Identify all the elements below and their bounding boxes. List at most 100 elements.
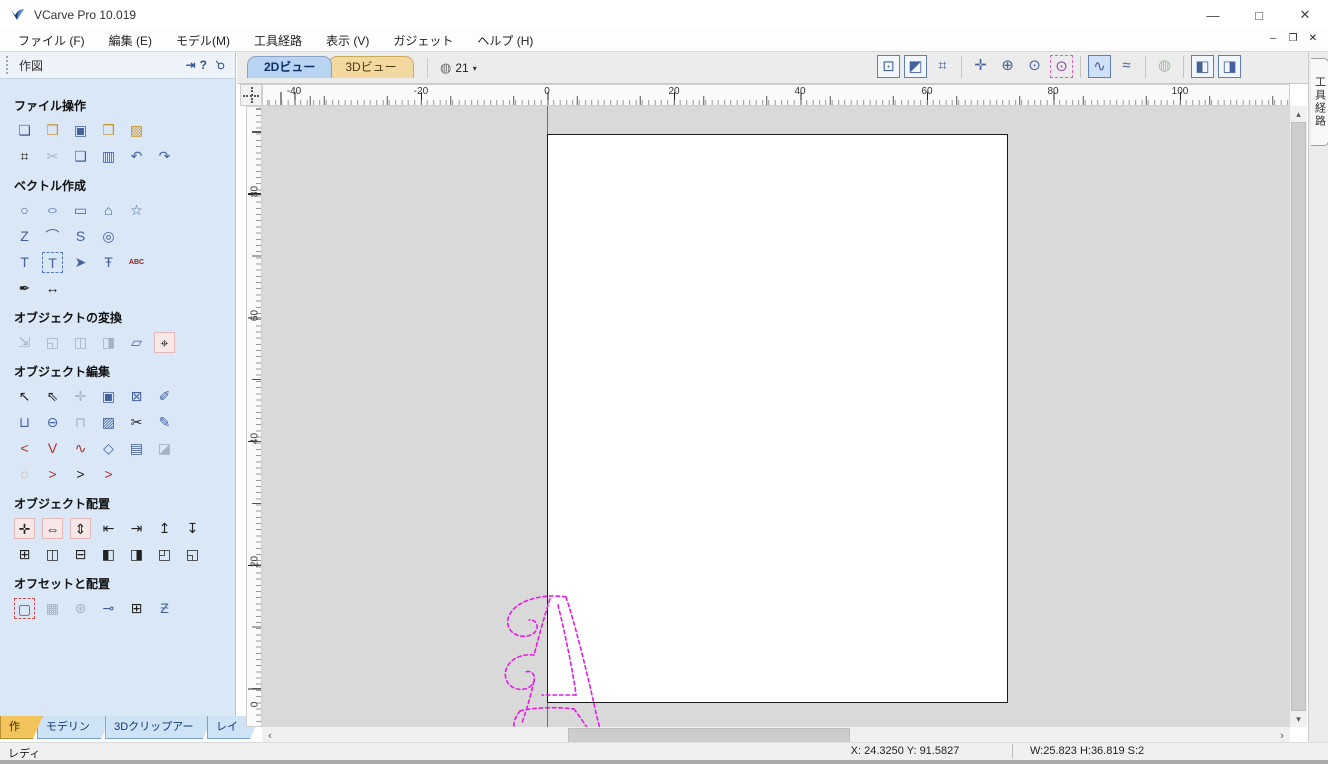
clipart-bird-icon[interactable]: ✒ bbox=[14, 278, 35, 299]
align-left-icon[interactable]: ⇤ bbox=[98, 518, 119, 539]
mdi-minimize-button[interactable]: – bbox=[1266, 33, 1280, 44]
align-right-edge-icon[interactable]: ◨ bbox=[126, 544, 147, 565]
draw-circle-icon[interactable]: ○ bbox=[14, 200, 35, 221]
copy-along-vectors-icon[interactable]: ⊸ bbox=[98, 598, 119, 619]
open-file-icon[interactable]: ❐ bbox=[42, 120, 63, 141]
cut-icon[interactable]: ✂ bbox=[42, 146, 63, 167]
draw-polyline-icon[interactable]: Z bbox=[14, 226, 35, 247]
draw-arc-icon[interactable]: ⌒ bbox=[42, 226, 63, 247]
align-bottom-icon[interactable]: ↧ bbox=[182, 518, 203, 539]
fit-arc-icon[interactable]: < bbox=[14, 438, 35, 459]
panel-tab-2[interactable]: 3Dクリップアート bbox=[105, 716, 213, 739]
guides-toggle-icon[interactable]: ≈ bbox=[1115, 55, 1138, 78]
center-v-in-selection-icon[interactable]: ⊟ bbox=[70, 544, 91, 565]
zigzag-text-icon[interactable]: Ƶ bbox=[154, 598, 175, 619]
draw-polygon-icon[interactable]: ⌂ bbox=[98, 200, 119, 221]
hatch-fill-icon[interactable]: ▨ bbox=[98, 412, 119, 433]
new-file-icon[interactable]: ❏ bbox=[14, 120, 35, 141]
vector-knife-icon[interactable]: ✎ bbox=[154, 412, 175, 433]
pin-icon[interactable]: ⚲ bbox=[209, 54, 232, 77]
join-move-endpoints-icon[interactable]: > bbox=[42, 464, 63, 485]
text-on-curve-icon[interactable]: ABC bbox=[126, 252, 147, 273]
text-spacing-icon[interactable]: Ŧ bbox=[98, 252, 119, 273]
panel-grip[interactable] bbox=[6, 56, 13, 74]
set-position-icon[interactable]: ⌖ bbox=[154, 332, 175, 353]
material-page[interactable] bbox=[547, 134, 1008, 703]
scroll-up-icon[interactable]: ▴ bbox=[1290, 106, 1307, 122]
group-vectors-icon[interactable]: ▣ bbox=[98, 386, 119, 407]
zoom-to-drawing-icon[interactable]: ⊡ bbox=[877, 55, 900, 78]
subtract-vectors-icon[interactable]: ⊖ bbox=[42, 412, 63, 433]
vertical-scrollbar-thumb[interactable] bbox=[1291, 122, 1306, 711]
menu-item-5[interactable]: ガジェット bbox=[381, 30, 465, 51]
edit-picture-icon[interactable]: ▤ bbox=[126, 438, 147, 459]
toggle-left-panel-icon[interactable]: ◧ bbox=[1191, 55, 1214, 78]
job-setup-icon[interactable]: ⌗ bbox=[14, 146, 35, 167]
zoom-box-icon[interactable]: ⊙ bbox=[1023, 55, 1046, 78]
crop-picture-icon[interactable]: ◪ bbox=[154, 438, 175, 459]
trim-vectors-icon[interactable]: ✂ bbox=[126, 412, 147, 433]
draw-star-icon[interactable]: ☆ bbox=[126, 200, 147, 221]
align-center-y-icon[interactable]: ⇕ bbox=[70, 518, 91, 539]
menu-item-0[interactable]: ファイル (F) bbox=[6, 30, 97, 51]
offset-vectors-icon[interactable]: ▢ bbox=[14, 598, 35, 619]
menu-item-3[interactable]: 工具経路 bbox=[242, 30, 314, 51]
fit-curve-icon[interactable]: ∿ bbox=[70, 438, 91, 459]
mirror-vertical-icon[interactable]: ◨ bbox=[98, 332, 119, 353]
collapse-panel-icon[interactable]: ⇥ bbox=[186, 58, 196, 72]
ungroup-vectors-icon[interactable]: ⊠ bbox=[126, 386, 147, 407]
set-size-icon[interactable]: ◱ bbox=[42, 332, 63, 353]
view-tab-1[interactable]: 3Dビュー bbox=[328, 56, 413, 78]
close-vector-icon[interactable]: ◇ bbox=[98, 438, 119, 459]
maximize-button[interactable]: □ bbox=[1236, 0, 1282, 30]
align-left-edge-icon[interactable]: ◧ bbox=[98, 544, 119, 565]
join-open-vectors-icon[interactable]: ◌ bbox=[14, 464, 35, 485]
view-tab-0[interactable]: 2Dビュー bbox=[247, 56, 332, 78]
draw-ellipse-icon[interactable]: ○ bbox=[38, 202, 66, 219]
toggle-right-panel-icon[interactable]: ◨ bbox=[1218, 55, 1241, 78]
scroll-down-icon[interactable]: ▾ bbox=[1290, 711, 1307, 727]
zoom-tool-icon[interactable]: ⊕ bbox=[996, 55, 1019, 78]
help-icon[interactable]: ? bbox=[200, 58, 207, 72]
vertical-scrollbar[interactable]: ▴ ▾ bbox=[1290, 106, 1307, 727]
draw-spiral-icon[interactable]: ◎ bbox=[98, 226, 119, 247]
center-in-selection-icon[interactable]: ⊞ bbox=[14, 544, 35, 565]
select-text-icon[interactable]: ➤ bbox=[70, 252, 91, 273]
center-h-in-selection-icon[interactable]: ◫ bbox=[42, 544, 63, 565]
draw-text-box-icon[interactable]: T bbox=[42, 252, 63, 273]
align-center-x-icon[interactable]: ⇔ bbox=[42, 518, 63, 539]
orbit-3d-icon[interactable]: ◍ bbox=[1153, 55, 1176, 78]
mirror-horizontal-icon[interactable]: ◫ bbox=[70, 332, 91, 353]
node-edit-tool-icon[interactable]: ⇖ bbox=[42, 386, 63, 407]
view-scale-dropdown[interactable]: ◍ 21 ▾ bbox=[427, 58, 477, 78]
selected-vector-ornament[interactable] bbox=[490, 595, 615, 727]
import-vectors-icon[interactable]: ❒ bbox=[98, 120, 119, 141]
transform-tool-icon[interactable]: ✛ bbox=[70, 386, 91, 407]
align-bottom-edge-icon[interactable]: ◱ bbox=[182, 544, 203, 565]
paste-icon[interactable]: ▥ bbox=[98, 146, 119, 167]
draw-text-icon[interactable]: T bbox=[14, 252, 35, 273]
save-file-icon[interactable]: ▣ bbox=[70, 120, 91, 141]
measure-tool-icon[interactable]: ✐ bbox=[154, 386, 175, 407]
menu-item-6[interactable]: ヘルプ (H) bbox=[465, 30, 545, 51]
snap-toggle-icon[interactable]: ∿ bbox=[1088, 55, 1111, 78]
menu-item-1[interactable]: 編集 (E) bbox=[97, 30, 164, 51]
move-selection-icon[interactable]: ⇲ bbox=[14, 332, 35, 353]
align-right-icon[interactable]: ⇥ bbox=[126, 518, 147, 539]
pan-view-icon[interactable]: ✛ bbox=[969, 55, 992, 78]
toolpaths-tab[interactable]: 工具経路 bbox=[1311, 58, 1328, 146]
close-button[interactable]: ✕ bbox=[1282, 0, 1328, 30]
nesting-icon[interactable]: ⊞ bbox=[126, 598, 147, 619]
weld-vectors-icon[interactable]: ⊔ bbox=[14, 412, 35, 433]
copy-icon[interactable]: ❑ bbox=[70, 146, 91, 167]
join-with-curve-icon[interactable]: > bbox=[98, 464, 119, 485]
select-tool-icon[interactable]: ↖ bbox=[14, 386, 35, 407]
mdi-close-button[interactable]: ✕ bbox=[1306, 33, 1320, 44]
menu-item-2[interactable]: モデル(M) bbox=[164, 30, 242, 51]
zoom-to-selection-icon[interactable]: ◩ bbox=[904, 55, 927, 78]
draw-curve-icon[interactable]: S bbox=[70, 226, 91, 247]
menu-item-4[interactable]: 表示 (V) bbox=[314, 30, 381, 51]
zoom-selected-icon[interactable]: ⊙ bbox=[1050, 55, 1073, 78]
undo-icon[interactable]: ↶ bbox=[126, 146, 147, 167]
minimize-button[interactable]: — bbox=[1190, 0, 1236, 30]
